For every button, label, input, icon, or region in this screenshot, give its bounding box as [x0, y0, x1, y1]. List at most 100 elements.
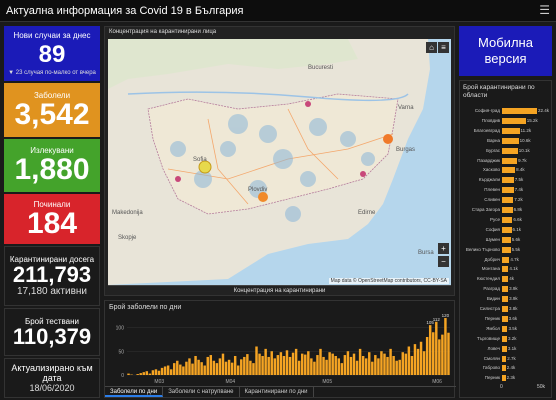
daily-bar: [441, 334, 444, 375]
daily-bar: [163, 366, 167, 375]
region-row[interactable]: Силистра 3.8k: [460, 305, 553, 314]
region-value: 6.6k: [513, 216, 522, 222]
region-row[interactable]: Пазарджик 9.7k: [460, 157, 553, 166]
region-row[interactable]: Велико Търново 5.5k: [460, 246, 553, 255]
zoom-in-button[interactable]: +: [438, 243, 449, 254]
zoom-out-button[interactable]: −: [438, 256, 449, 267]
region-row[interactable]: Ловеч 3.1k: [460, 345, 553, 354]
region-row[interactable]: Габрово 2.4k: [460, 364, 553, 373]
app-header: Актуална информация за Covid 19 в Българ…: [0, 0, 556, 22]
region-name: Стара Загора: [471, 207, 500, 212]
daily-bar: [328, 352, 331, 375]
region-row[interactable]: Сливен 7.2k: [460, 196, 553, 205]
daily-bar: [221, 353, 225, 375]
daily-bar: [200, 362, 203, 375]
quarantine-heatmap[interactable]: Bucuresti Varna Burgas Sofia Plovdiv Sko…: [108, 39, 451, 285]
region-name: Бургас: [486, 147, 500, 153]
map-label-plovdiv: Plovdiv: [248, 187, 267, 193]
deaths-value: 184: [26, 206, 78, 240]
home-icon[interactable]: ⌂: [426, 42, 437, 53]
daily-bar: [194, 356, 197, 375]
y-tick-label: 100: [116, 326, 125, 332]
region-row[interactable]: Добрич 4.7k: [460, 256, 553, 265]
region-row[interactable]: Пловдив 15.2k: [460, 117, 553, 126]
region-row[interactable]: Кюстендил 4k: [460, 275, 553, 284]
region-row[interactable]: Търговище 3.2k: [460, 335, 553, 344]
list-icon[interactable]: ≡: [438, 42, 449, 53]
menu-icon[interactable]: ☰: [539, 3, 550, 17]
updated-label: Актуализирано към дата: [11, 363, 93, 383]
region-name: Кюстендил: [476, 276, 500, 282]
deaths-card: Починали 184: [4, 194, 100, 244]
daily-bar: [209, 355, 213, 375]
tab-daily-quarantined[interactable]: Карантинирани по дни: [240, 387, 314, 397]
daily-bar: [371, 361, 374, 375]
region-row[interactable]: Стара Загора 6.8k: [460, 206, 553, 215]
daily-cases-title: Брой заболели по дни: [109, 304, 182, 311]
daily-cases-chart[interactable]: 100500M03 M04 M05 M06105112120: [105, 313, 456, 388]
region-name: София: [485, 226, 500, 232]
region-row[interactable]: Перник 3.6k: [460, 315, 553, 324]
region-name: Разград: [483, 286, 500, 292]
region-row[interactable]: Плевен 7.4k: [460, 186, 553, 195]
daily-bar: [139, 373, 142, 375]
region-row[interactable]: Видин 3.9k: [460, 295, 553, 304]
region-value: 15.2k: [526, 117, 538, 123]
region-row[interactable]: Бургас 10.1k: [460, 147, 553, 156]
region-row[interactable]: Варна 10.6k: [460, 137, 553, 146]
map-label-sofia: Sofia: [193, 157, 207, 163]
daily-bar: [176, 360, 179, 375]
tab-cumulative-cases[interactable]: Заболели с натрупване: [163, 387, 240, 397]
tab-daily-cases[interactable]: Заболели по дни: [105, 387, 164, 397]
region-row[interactable]: Благоевград 11.2k: [460, 127, 553, 136]
region-value: 3.8k: [508, 306, 518, 311]
region-bar: [502, 365, 506, 372]
region-row[interactable]: Кърджали 7.5k: [460, 176, 553, 185]
daily-bar: [182, 366, 185, 375]
daily-bar: [340, 363, 344, 375]
region-row[interactable]: Разград 3.9k: [460, 285, 553, 294]
region-row[interactable]: София 6.1k: [460, 226, 553, 235]
daily-bar: [352, 353, 356, 375]
map-attribution[interactable]: Map data © OpenStreetMap contributors, C…: [328, 278, 449, 284]
daily-bar: [404, 353, 408, 375]
mobile-version-button[interactable]: Мобилна версия: [459, 26, 552, 76]
daily-bar: [249, 360, 252, 375]
region-row[interactable]: Русе 6.6k: [460, 216, 553, 225]
region-row[interactable]: София-град 22.4k: [460, 107, 553, 116]
map-tab[interactable]: Концентрация на карантинирани: [108, 285, 451, 296]
map-title: Концентрация на карантинирани лица: [109, 29, 217, 35]
mobile-label-2: версия: [484, 51, 527, 66]
daily-bar: [419, 341, 423, 375]
region-row[interactable]: Хасково 8.4k: [460, 166, 553, 175]
region-value: 7.2k: [514, 197, 523, 203]
daily-bar: [432, 332, 435, 375]
region-row[interactable]: Монтана 4.1k: [460, 265, 553, 274]
region-bar: [502, 246, 511, 253]
region-value: 9.7k: [518, 157, 527, 163]
map-label-skopje: Skopje: [118, 235, 137, 241]
region-bar: [502, 137, 519, 144]
region-name: Шумен: [485, 236, 500, 242]
daily-bar: [401, 352, 404, 375]
region-bar: [502, 167, 516, 174]
daily-bar: [349, 356, 353, 375]
daily-bar: [206, 356, 209, 375]
daily-bar: [276, 355, 280, 375]
updated-card: Актуализирано към дата 18/06/2020: [4, 358, 100, 398]
region-row[interactable]: Смолян 2.7k: [460, 355, 553, 364]
region-row[interactable]: Шумен 5.6k: [460, 236, 553, 245]
daily-bar: [413, 344, 417, 375]
map-label-edirne: Edirne: [358, 210, 376, 216]
region-value: 2.4k: [506, 365, 516, 371]
region-name: Сливен: [484, 197, 500, 203]
region-row[interactable]: Ямбол 3.5k: [460, 325, 553, 334]
region-bar: [502, 207, 513, 213]
region-row[interactable]: Перник 2.3k: [460, 374, 553, 383]
daily-bar: [337, 358, 341, 375]
y-tick-label: 50: [118, 349, 124, 355]
daily-bar: [212, 360, 216, 375]
daily-bar: [343, 355, 347, 375]
region-bar: [502, 286, 509, 293]
quarantined-value: 211,793: [12, 262, 92, 287]
